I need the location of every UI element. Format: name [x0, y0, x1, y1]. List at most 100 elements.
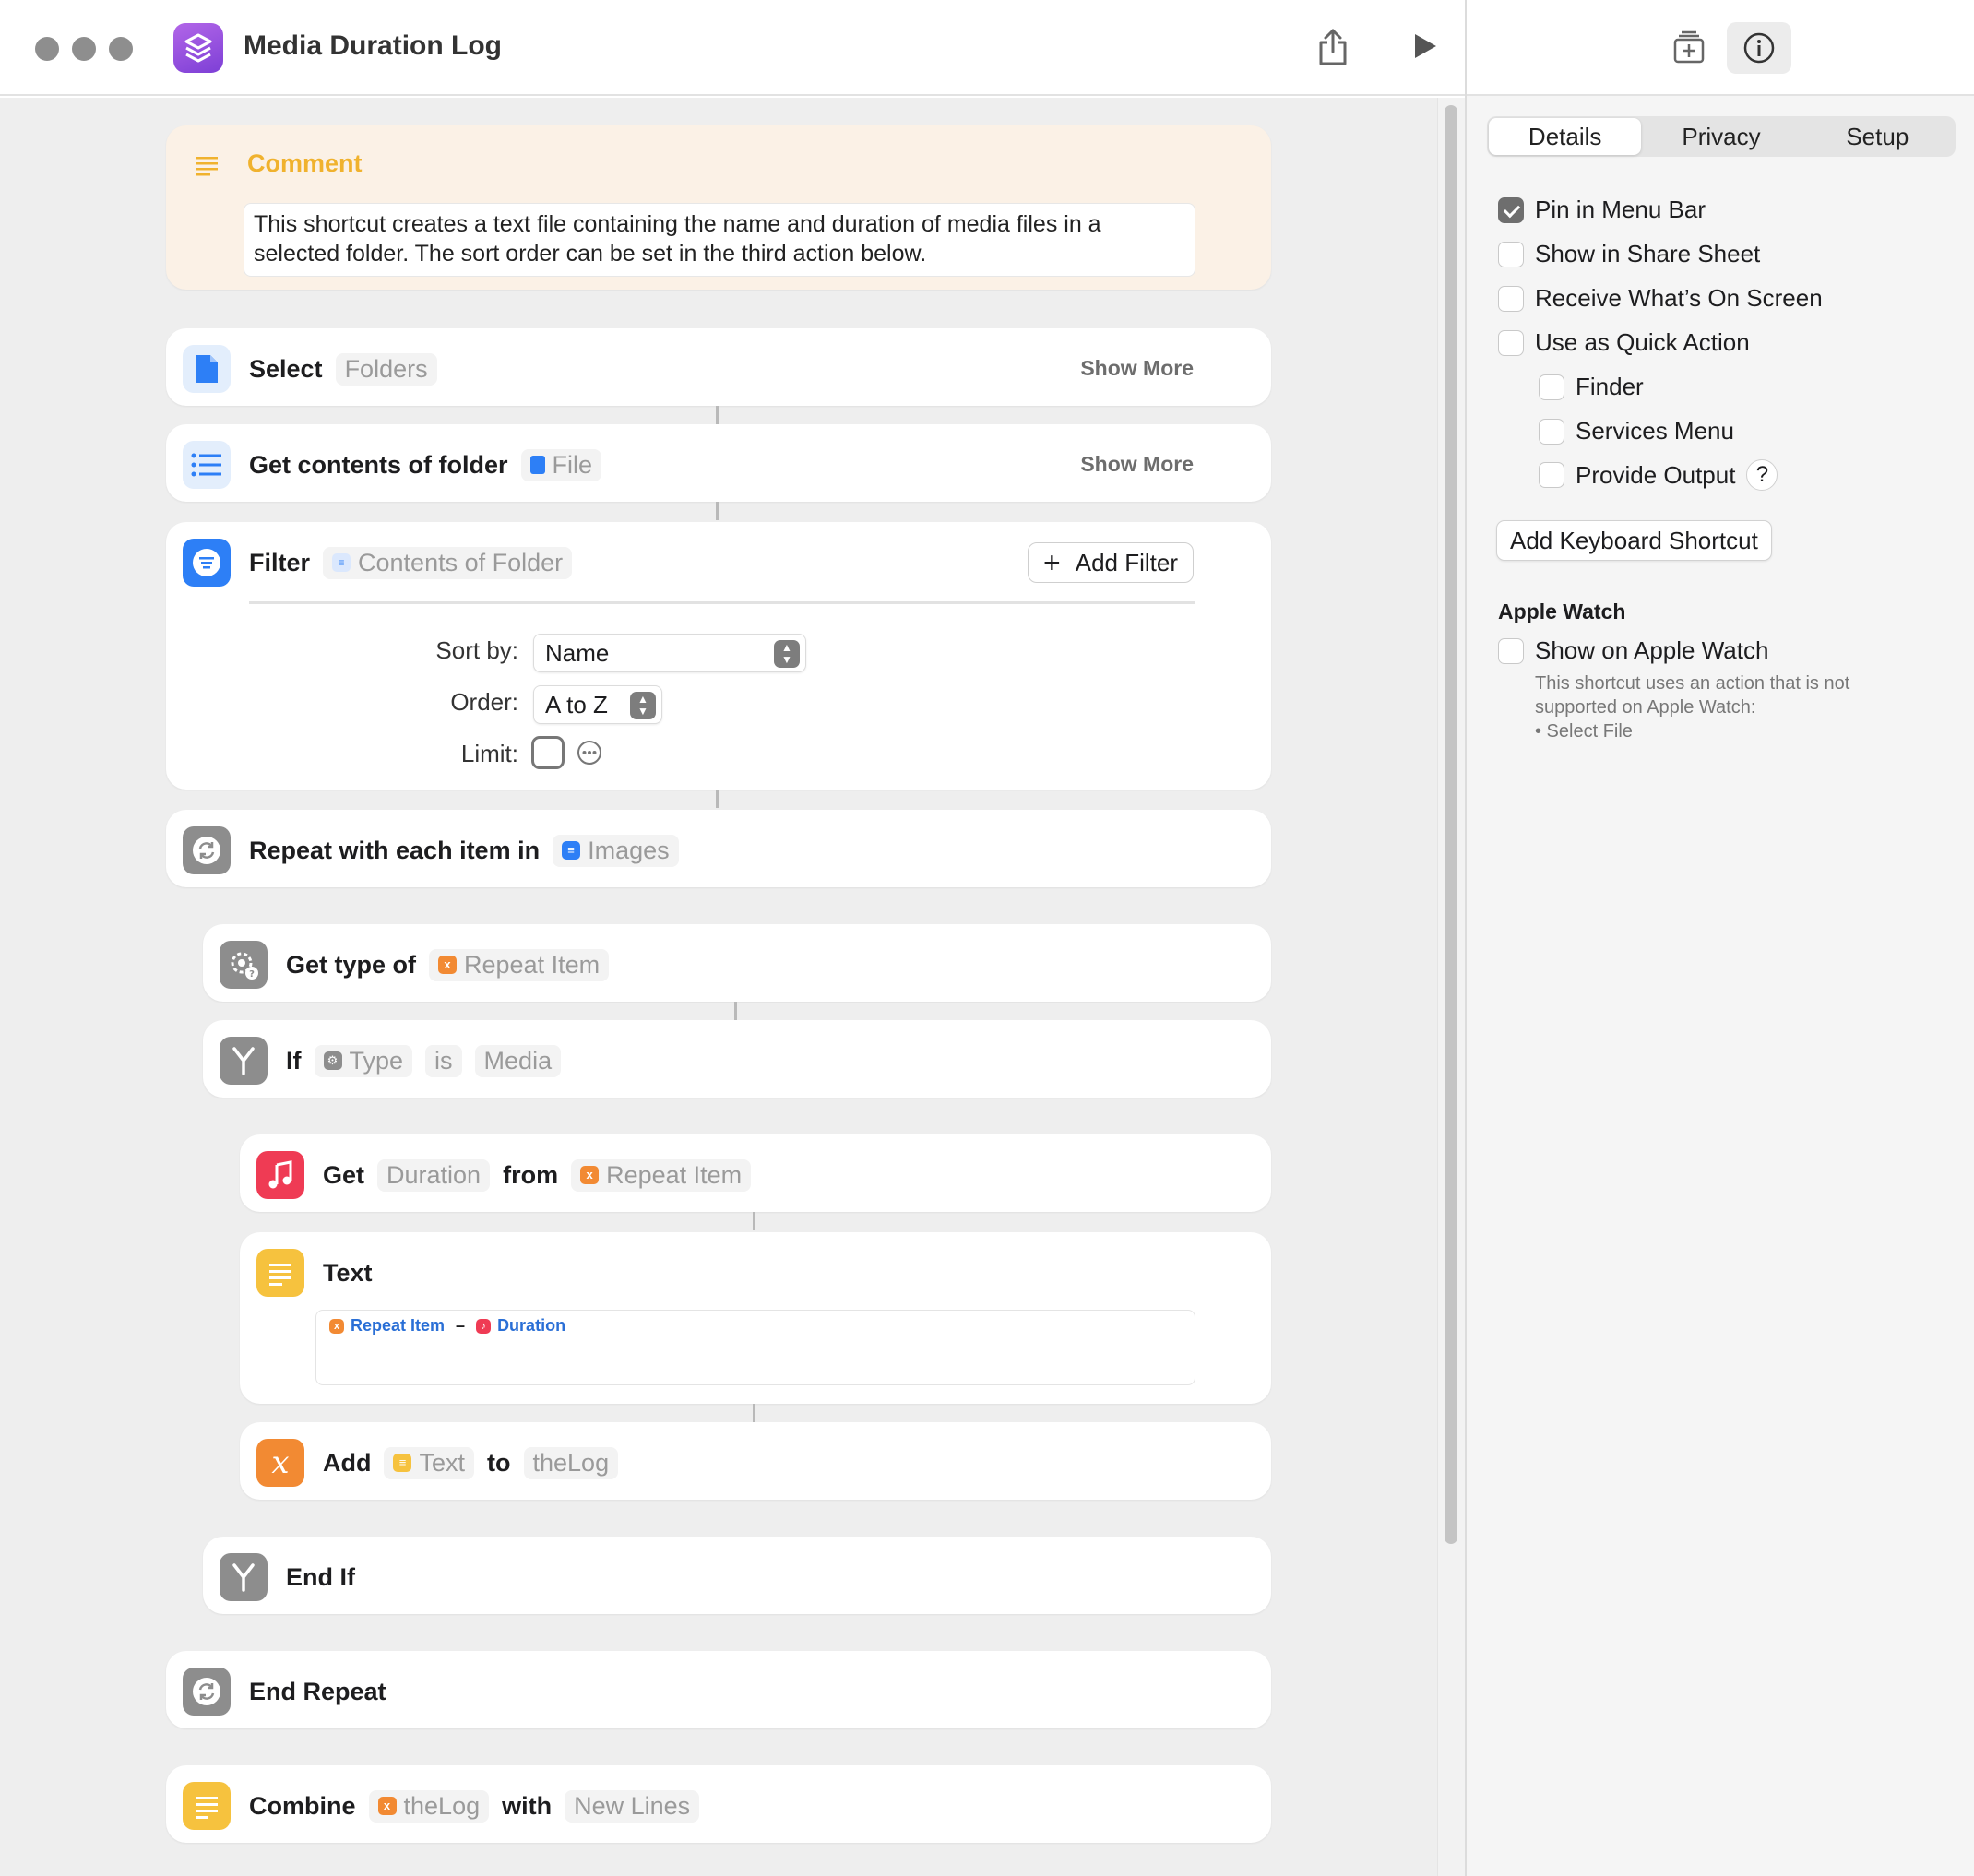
select-folders-action[interactable]: Select Folders Show More	[166, 328, 1271, 406]
thelog-token[interactable]: x theLog	[368, 1789, 490, 1823]
library-icon[interactable]	[1657, 22, 1721, 74]
repeat-item-variable[interactable]: x Repeat Item	[329, 1316, 445, 1336]
variable-icon: x	[438, 956, 458, 974]
close-window-button[interactable]	[35, 37, 59, 61]
repeat-item-token[interactable]: x Repeat Item	[429, 948, 610, 981]
branch-icon	[220, 1553, 268, 1601]
help-button[interactable]: ?	[1746, 459, 1778, 491]
zoom-window-button[interactable]	[109, 37, 133, 61]
show-in-share-sheet-checkbox[interactable]	[1498, 241, 1524, 267]
scrollbar-thumb[interactable]	[1445, 105, 1457, 1544]
option-label: Pin in Menu Bar	[1535, 196, 1706, 223]
action-verb: Combine	[249, 1791, 356, 1820]
text-lines-icon: ≡	[393, 1454, 412, 1472]
comment-action[interactable]: Comment This shortcut creates a text fil…	[166, 125, 1271, 290]
condition-operator[interactable]: is	[425, 1044, 462, 1077]
folders-token[interactable]: Folders	[335, 352, 437, 386]
token-label: Images	[588, 836, 670, 864]
comment-text[interactable]: This shortcut creates a text file contai…	[244, 203, 1195, 277]
thelog-token[interactable]: theLog	[523, 1446, 619, 1479]
tab-setup[interactable]: Setup	[1802, 118, 1954, 155]
finder-option[interactable]: Finder	[1539, 373, 1644, 401]
show-more-button[interactable]: Show More	[1080, 356, 1194, 381]
minimize-window-button[interactable]	[72, 37, 96, 61]
chevron-updown-icon: ▲ ▼	[774, 640, 800, 668]
add-to-variable-action[interactable]: x Add ≡ Text to theLog	[240, 1422, 1271, 1500]
divider	[249, 601, 1195, 604]
title-bar: Media Duration Log	[0, 0, 1465, 96]
order-select[interactable]: A to Z ▲ ▼	[533, 685, 662, 724]
receive-on-screen-option[interactable]: Receive What’s On Screen	[1498, 284, 1823, 313]
note-line: supported on Apple Watch:	[1535, 697, 1756, 718]
contents-of-folder-token[interactable]: ≡ Contents of Folder	[323, 546, 573, 579]
flow-connector	[753, 1404, 755, 1422]
inspector-toolbar	[1467, 0, 1974, 96]
get-duration-action[interactable]: Get Duration from x Repeat Item	[240, 1134, 1271, 1212]
text-content-field[interactable]: x Repeat Item – ♪ Duration	[315, 1310, 1195, 1385]
limit-toggle[interactable]	[531, 736, 565, 769]
text-token[interactable]: ≡ Text	[384, 1446, 475, 1479]
file-token[interactable]: File	[520, 448, 602, 481]
action-verb: Get contents of folder	[249, 450, 508, 479]
get-contents-action[interactable]: Get contents of folder File Show More	[166, 424, 1271, 502]
sort-by-select[interactable]: Name ▲ ▼	[533, 634, 806, 672]
show-on-apple-watch-option[interactable]: Show on Apple Watch	[1498, 636, 1768, 665]
show-more-button[interactable]: Show More	[1080, 452, 1194, 477]
tab-privacy[interactable]: Privacy	[1645, 118, 1797, 155]
filter-icon: ≡	[562, 841, 581, 860]
new-lines-token[interactable]: New Lines	[565, 1789, 700, 1823]
type-token[interactable]: ⚙ Type	[314, 1044, 413, 1077]
option-label: Use as Quick Action	[1535, 328, 1750, 356]
repeat-item-token[interactable]: x Repeat Item	[571, 1158, 752, 1192]
shortcut-icon[interactable]	[173, 23, 223, 73]
document-icon	[183, 345, 231, 393]
combine-text-action[interactable]: Combine x theLog with New Lines	[166, 1765, 1271, 1843]
action-preposition: with	[502, 1791, 553, 1820]
if-action[interactable]: If ⚙ Type is Media	[203, 1020, 1271, 1098]
music-note-icon	[256, 1151, 304, 1199]
tab-details[interactable]: Details	[1489, 118, 1642, 155]
add-keyboard-shortcut-button[interactable]: Add Keyboard Shortcut	[1496, 520, 1772, 561]
get-type-action[interactable]: ? Get type of x Repeat Item	[203, 924, 1271, 1002]
quick-action-checkbox[interactable]	[1498, 329, 1524, 356]
quick-action-option[interactable]: Use as Quick Action	[1498, 328, 1750, 357]
receive-on-screen-checkbox[interactable]	[1498, 285, 1524, 312]
add-filter-button[interactable]: + Add Filter	[1028, 542, 1194, 583]
show-in-share-sheet-option[interactable]: Show in Share Sheet	[1498, 240, 1760, 268]
editor-canvas[interactable]: Comment This shortcut creates a text fil…	[0, 98, 1465, 1876]
repeat-each-action[interactable]: Repeat with each item in ≡ Images	[166, 810, 1271, 887]
branch-icon	[220, 1037, 268, 1085]
filter-files-action[interactable]: Filter ≡ Contents of Folder + Add Filter …	[166, 522, 1271, 790]
end-if-action[interactable]: End If	[203, 1537, 1271, 1614]
shortcut-title[interactable]: Media Duration Log	[244, 30, 502, 62]
more-options-icon[interactable]	[577, 740, 602, 770]
duration-variable[interactable]: ♪ Duration	[476, 1316, 565, 1336]
repeat-icon	[183, 1668, 231, 1716]
token-label: Contents of Folder	[358, 548, 564, 576]
info-icon[interactable]	[1727, 22, 1791, 74]
inspector-panel: Details Privacy Setup Pin in Menu Bar Sh…	[1465, 0, 1974, 1876]
duration-token[interactable]: Duration	[377, 1158, 491, 1192]
gear-question-icon: ?	[220, 941, 268, 989]
pin-in-menu-bar-option[interactable]: Pin in Menu Bar	[1498, 196, 1706, 224]
share-icon[interactable]	[1317, 28, 1349, 71]
action-verb: Text	[323, 1258, 373, 1287]
flow-connector	[716, 790, 719, 808]
text-action[interactable]: Text x Repeat Item – ♪ Duration	[240, 1232, 1271, 1404]
pin-in-menu-bar-checkbox[interactable]	[1498, 196, 1524, 223]
show-on-apple-watch-checkbox[interactable]	[1498, 637, 1524, 664]
variable-icon: x	[580, 1166, 600, 1184]
provide-output-option[interactable]: Provide Output ?	[1539, 459, 1778, 491]
provide-output-checkbox[interactable]	[1539, 462, 1564, 488]
services-menu-checkbox[interactable]	[1539, 418, 1564, 445]
end-repeat-action[interactable]: End Repeat	[166, 1651, 1271, 1728]
token-label: Repeat Item	[464, 950, 601, 979]
inspector-tabs: Details Privacy Setup	[1487, 116, 1956, 157]
play-icon[interactable]	[1411, 31, 1439, 65]
media-token[interactable]: Media	[474, 1044, 562, 1077]
images-token[interactable]: ≡ Images	[553, 834, 679, 867]
list-icon	[183, 441, 231, 489]
finder-checkbox[interactable]	[1539, 374, 1564, 400]
action-verb: If	[286, 1046, 302, 1075]
services-menu-option[interactable]: Services Menu	[1539, 417, 1734, 445]
